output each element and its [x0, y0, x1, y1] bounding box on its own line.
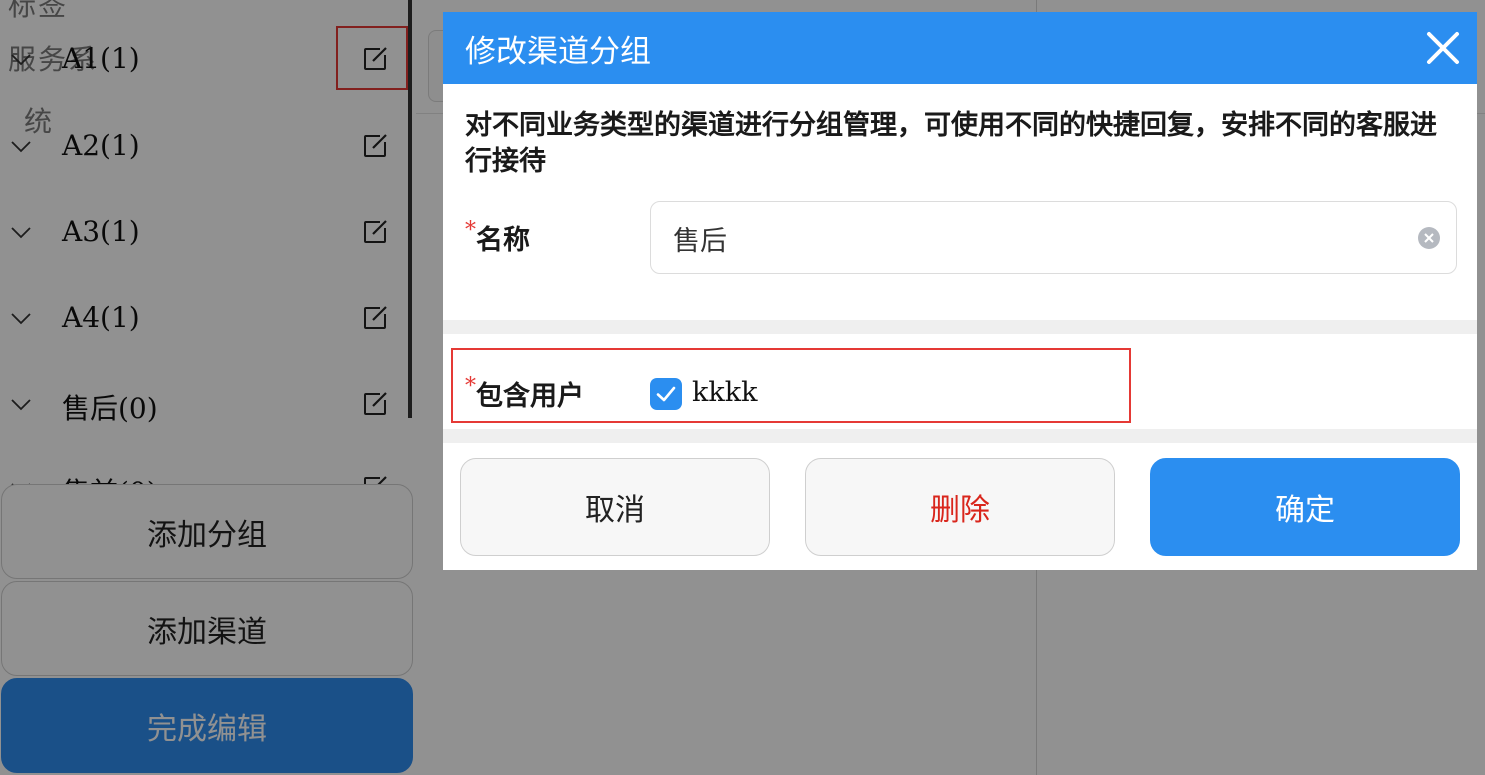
dialog-header: 修改渠道分组	[443, 12, 1477, 84]
required-mark: *	[465, 218, 476, 243]
user-option-label[interactable]: kkkk	[692, 377, 757, 408]
cancel-button[interactable]: 取消	[460, 458, 770, 556]
dialog-description: 对不同业务类型的渠道进行分组管理，可使用不同的快捷回复，安排不同的客服进行接待	[465, 110, 1437, 177]
close-icon[interactable]	[1425, 30, 1461, 66]
clear-icon[interactable]	[1418, 227, 1440, 249]
user-checkbox[interactable]	[650, 378, 682, 410]
name-label: *名称	[465, 218, 530, 257]
name-field[interactable]	[650, 201, 1457, 274]
dialog-title: 修改渠道分组	[465, 34, 651, 70]
confirm-button[interactable]: 确定	[1150, 458, 1460, 556]
edit-channel-group-dialog: 修改渠道分组 对不同业务类型的渠道进行分组管理，可使用不同的快捷回复，安排不同的…	[443, 12, 1477, 570]
users-label-text: 包含用户	[476, 381, 584, 412]
users-label: *包含用户	[465, 374, 584, 413]
section-divider	[443, 429, 1477, 443]
name-label-text: 名称	[476, 225, 530, 256]
delete-button[interactable]: 删除	[805, 458, 1115, 556]
checkmark-icon	[656, 386, 676, 402]
name-input[interactable]	[673, 216, 1393, 260]
required-mark: *	[465, 374, 476, 399]
section-divider	[443, 320, 1477, 334]
